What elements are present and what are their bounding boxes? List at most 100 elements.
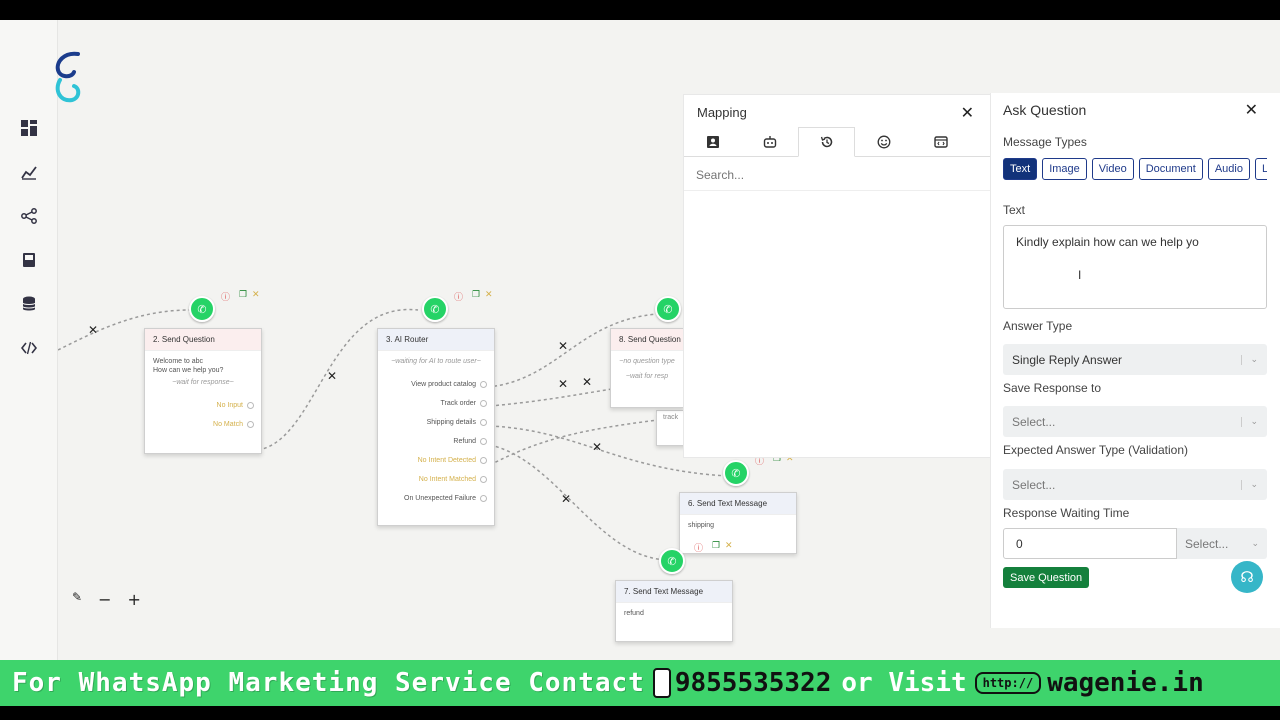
whatsapp-icon: ✆: [655, 296, 681, 322]
bot-icon[interactable]: [741, 127, 798, 157]
node-title: 2. Send Question: [145, 329, 261, 351]
close-icon[interactable]: ✕: [1245, 100, 1258, 119]
delete-connection-icon[interactable]: ✕: [558, 377, 568, 391]
close-icon[interactable]: ✕: [961, 103, 974, 122]
waiting-unit-value: Select...: [1185, 536, 1229, 551]
answer-type-value: Single Reply Answer: [1012, 352, 1123, 367]
variable-icon[interactable]: [912, 127, 969, 157]
zoom-in-button[interactable]: +: [127, 590, 140, 609]
banner-site: wagenie.in: [1047, 668, 1204, 698]
contact-card-icon[interactable]: [684, 127, 741, 157]
node-option[interactable]: No Input: [153, 401, 254, 410]
expected-answer-value: Select...: [1012, 477, 1056, 492]
sidebar: [0, 20, 81, 660]
analytics-icon[interactable]: [18, 161, 40, 183]
chevron-down-icon: ⌄: [1251, 538, 1259, 549]
flow-icon[interactable]: [18, 205, 40, 227]
zoom-toolbar: ✎ − +: [72, 590, 141, 609]
save-response-label: Save Response to: [1003, 381, 1102, 395]
node-status: ~wait for response~: [172, 379, 234, 386]
whatsapp-icon: ✆: [422, 296, 448, 322]
chevron-down-icon: ⌄: [1241, 416, 1258, 427]
node-title: 7. Send Text Message: [616, 581, 732, 603]
close-icon[interactable]: ✕: [485, 290, 493, 300]
info-icon[interactable]: ⓘ: [694, 541, 703, 554]
type-video-button[interactable]: Video: [1091, 158, 1134, 180]
history-icon[interactable]: [798, 127, 855, 157]
question-text-field[interactable]: Kindly explain how can we help yo: [1003, 225, 1267, 309]
text-label: Text: [1003, 203, 1026, 217]
type-image-button[interactable]: Image: [1042, 158, 1087, 180]
app-window: ✕ ✕ ✕ ✕ ✕ ✕ ✕ ✆ ⓘ ❐ ✕ 2. Send Question W…: [0, 20, 1280, 660]
dashboard-icon[interactable]: [18, 117, 40, 139]
delete-connection-icon[interactable]: ✕: [561, 492, 571, 506]
banner-phone: 9855535322: [674, 668, 832, 698]
node-send-question-2[interactable]: 2. Send Question Welcome to abc How can …: [144, 328, 262, 454]
copy-icon[interactable]: ❐: [472, 290, 480, 300]
whatsapp-icon: ✆: [723, 460, 749, 486]
text-cursor-icon: I: [1078, 268, 1082, 282]
node-status: ~wait for resp: [625, 373, 669, 380]
node-option[interactable]: No Match: [153, 420, 254, 429]
node-option[interactable]: Refund: [386, 437, 487, 446]
delete-connection-icon[interactable]: ✕: [592, 440, 602, 454]
mapping-search-input[interactable]: [684, 159, 992, 191]
close-icon[interactable]: ✕: [252, 290, 260, 300]
delete-connection-icon[interactable]: ✕: [88, 323, 98, 337]
close-icon[interactable]: ✕: [725, 541, 733, 551]
ask-question-panel: Ask Question ✕ Message Types Text Image …: [990, 93, 1280, 628]
expected-answer-select[interactable]: Select... ⌄: [1003, 469, 1267, 500]
info-icon[interactable]: ⓘ: [221, 290, 230, 303]
info-icon[interactable]: ⓘ: [454, 290, 463, 303]
node-option[interactable]: On Unexpected Failure: [386, 494, 487, 503]
node-ai-router-3[interactable]: 3. AI Router ~waiting for AI to route us…: [377, 328, 495, 526]
node-option[interactable]: Track order: [386, 399, 487, 408]
message-types-label: Message Types: [1003, 135, 1087, 149]
whatsapp-icon: ✆: [659, 548, 685, 574]
node-option[interactable]: No Intent Matched: [386, 475, 487, 484]
node-title: 3. AI Router: [378, 329, 494, 351]
chevron-down-icon: ⌄: [1241, 479, 1258, 490]
node-status: ~no question type: [619, 358, 675, 365]
type-document-button[interactable]: Document: [1138, 158, 1203, 180]
copy-icon[interactable]: ❐: [239, 290, 247, 300]
headset-icon[interactable]: ☊: [1231, 561, 1263, 593]
book-icon[interactable]: [18, 249, 40, 271]
answer-type-select[interactable]: Single Reply Answer ⌄: [1003, 344, 1267, 375]
node-text: refund: [624, 610, 644, 617]
node-send-text-7[interactable]: 7. Send Text Message refund: [615, 580, 733, 642]
node-text: Welcome to abc: [153, 358, 204, 365]
banner-or-visit: or Visit: [841, 668, 967, 698]
database-icon[interactable]: [18, 293, 40, 315]
delete-connection-icon[interactable]: ✕: [558, 339, 568, 353]
waiting-unit-select[interactable]: Select... ⌄: [1177, 528, 1267, 559]
node-option[interactable]: No Intent Detected: [386, 456, 487, 465]
expected-answer-label: Expected Answer Type (Validation): [1003, 443, 1188, 457]
delete-connection-icon[interactable]: ✕: [582, 375, 592, 389]
promo-banner: For WhatsApp Marketing Service Contact 9…: [0, 660, 1280, 706]
code-icon[interactable]: [18, 337, 40, 359]
waiting-time-input[interactable]: [1003, 528, 1177, 559]
wand-icon[interactable]: ✎: [72, 590, 82, 609]
whatsapp-icon: ✆: [189, 296, 215, 322]
save-question-button[interactable]: Save Question: [1003, 567, 1090, 588]
node-send-text-6[interactable]: 6. Send Text Message shipping ⓘ ❐ ✕: [679, 492, 797, 554]
panel-title: Ask Question: [1003, 102, 1087, 118]
delete-connection-icon[interactable]: ✕: [327, 369, 337, 383]
emoji-icon[interactable]: [855, 127, 912, 157]
node-status: ~waiting for AI to route user~: [391, 358, 481, 365]
type-text-button[interactable]: Text: [1003, 158, 1038, 180]
node-option[interactable]: View product catalog: [386, 380, 487, 389]
zoom-out-button[interactable]: −: [98, 590, 111, 609]
type-location-button[interactable]: Lo: [1254, 158, 1267, 180]
type-audio-button[interactable]: Audio: [1207, 158, 1250, 180]
save-response-select[interactable]: Select... ⌄: [1003, 406, 1267, 437]
answer-type-label: Answer Type: [1003, 319, 1073, 333]
node-option[interactable]: Shipping details: [386, 418, 487, 427]
chevron-down-icon: ⌄: [1241, 354, 1258, 365]
node-title: 8. Send Question: [611, 329, 683, 351]
mapping-title: Mapping: [697, 105, 747, 120]
save-response-value: Select...: [1012, 414, 1056, 429]
node-send-question-8[interactable]: 8. Send Question ~no question type ~wait…: [610, 328, 684, 408]
copy-icon[interactable]: ❐: [712, 541, 720, 551]
